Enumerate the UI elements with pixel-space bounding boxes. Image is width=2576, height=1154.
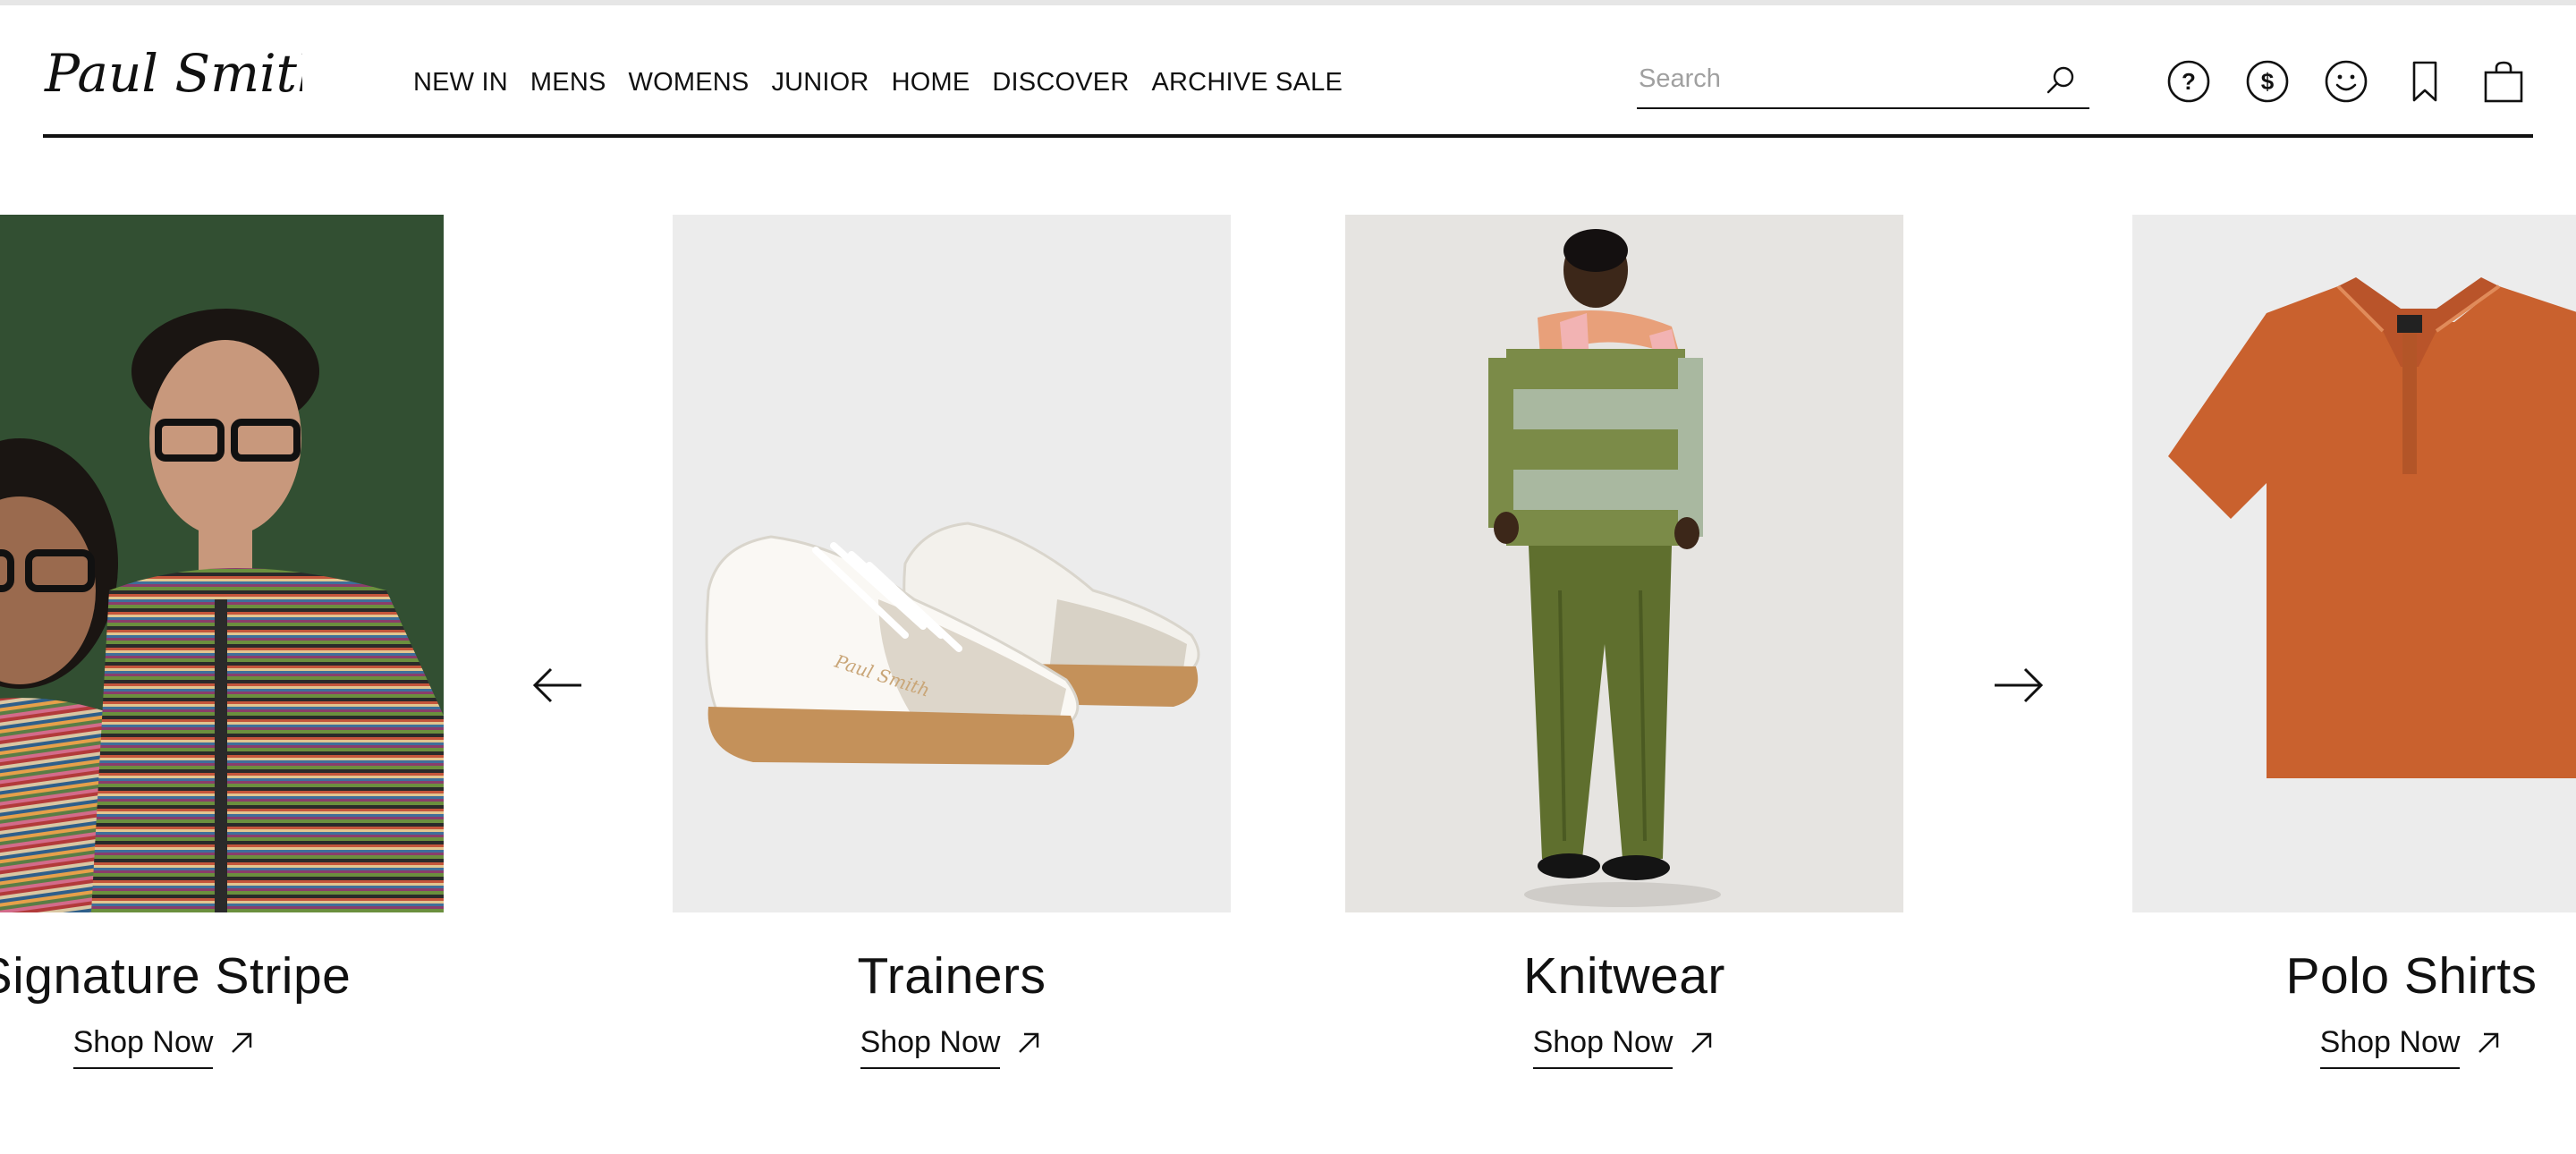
bag-icon[interactable] xyxy=(2481,59,2526,104)
arrow-up-right-icon xyxy=(1691,1032,1712,1053)
brand-logo[interactable]: Paul Smith xyxy=(43,41,302,113)
category-title: Trainers xyxy=(857,947,1046,1005)
carousel-next-button[interactable] xyxy=(1982,649,2054,721)
shop-now-link-wrapper: Shop Now xyxy=(0,1025,444,1069)
category-title: Polo Shirts xyxy=(2285,947,2538,1005)
knitwear-image xyxy=(1345,215,1903,912)
arrow-left-icon xyxy=(532,667,581,703)
shop-now-link[interactable]: Shop Now xyxy=(72,1025,214,1069)
arrow-right-icon xyxy=(1995,667,2044,703)
header-divider xyxy=(43,134,2533,138)
trainers-image: Paul Smith xyxy=(673,215,1231,912)
category-carousel: Signature Stripe Shop Now Paul Smith Tra… xyxy=(0,215,2576,1091)
utility-icons: ? $ xyxy=(2166,59,2526,104)
category-title: Knitwear xyxy=(1523,947,1725,1005)
search-input[interactable] xyxy=(1639,61,2014,97)
help-icon[interactable]: ? xyxy=(2166,59,2211,104)
search-bar xyxy=(1637,55,2089,109)
svg-text:Paul Smith: Paul Smith xyxy=(44,43,302,104)
shop-now-link-wrapper: Shop Now xyxy=(1345,1025,1903,1069)
nav-item-mens[interactable]: MENS xyxy=(530,68,606,98)
category-card-signature-stripe[interactable]: Signature Stripe Shop Now xyxy=(0,215,444,1069)
category-card-trainers[interactable]: Paul Smith Trainers Shop Now xyxy=(673,215,1231,1069)
svg-text:?: ? xyxy=(2182,68,2196,95)
shop-now-link-wrapper: Shop Now xyxy=(673,1025,1231,1069)
category-title: Signature Stripe xyxy=(0,947,352,1005)
polo-shirts-image xyxy=(2132,215,2576,912)
arrow-up-right-icon xyxy=(1019,1032,1039,1053)
nav-item-home[interactable]: HOME xyxy=(892,68,970,98)
shop-now-link[interactable]: Shop Now xyxy=(860,1025,1001,1069)
nav-item-discover[interactable]: DISCOVER xyxy=(992,68,1129,98)
arrow-up-right-icon xyxy=(2479,1032,2499,1053)
shop-now-link-wrapper: Shop Now xyxy=(2132,1025,2576,1069)
search-icon[interactable] xyxy=(2043,63,2079,98)
wishlist-icon[interactable] xyxy=(2402,59,2447,104)
site-header: Paul Smith NEW IN MENS WOMENS JUNIOR HOM… xyxy=(0,5,2576,140)
account-icon[interactable] xyxy=(2324,59,2368,104)
nav-item-archive-sale[interactable]: ARCHIVE SALE xyxy=(1151,68,1343,98)
shop-now-link[interactable]: Shop Now xyxy=(2319,1025,2461,1069)
svg-text:$: $ xyxy=(2261,68,2275,95)
main-navigation: NEW IN MENS WOMENS JUNIOR HOME DISCOVER … xyxy=(413,68,1343,98)
arrow-up-right-icon xyxy=(232,1032,252,1053)
nav-item-womens[interactable]: WOMENS xyxy=(629,68,750,98)
nav-item-new-in[interactable]: NEW IN xyxy=(413,68,508,98)
shop-now-link[interactable]: Shop Now xyxy=(1532,1025,1674,1069)
category-card-polo-shirts[interactable]: Polo Shirts Shop Now xyxy=(2132,215,2576,1069)
signature-stripe-image xyxy=(0,215,444,912)
nav-item-junior[interactable]: JUNIOR xyxy=(771,68,869,98)
category-card-knitwear[interactable]: Knitwear Shop Now xyxy=(1345,215,1903,1069)
carousel-prev-button[interactable] xyxy=(522,649,594,721)
currency-icon[interactable]: $ xyxy=(2245,59,2290,104)
